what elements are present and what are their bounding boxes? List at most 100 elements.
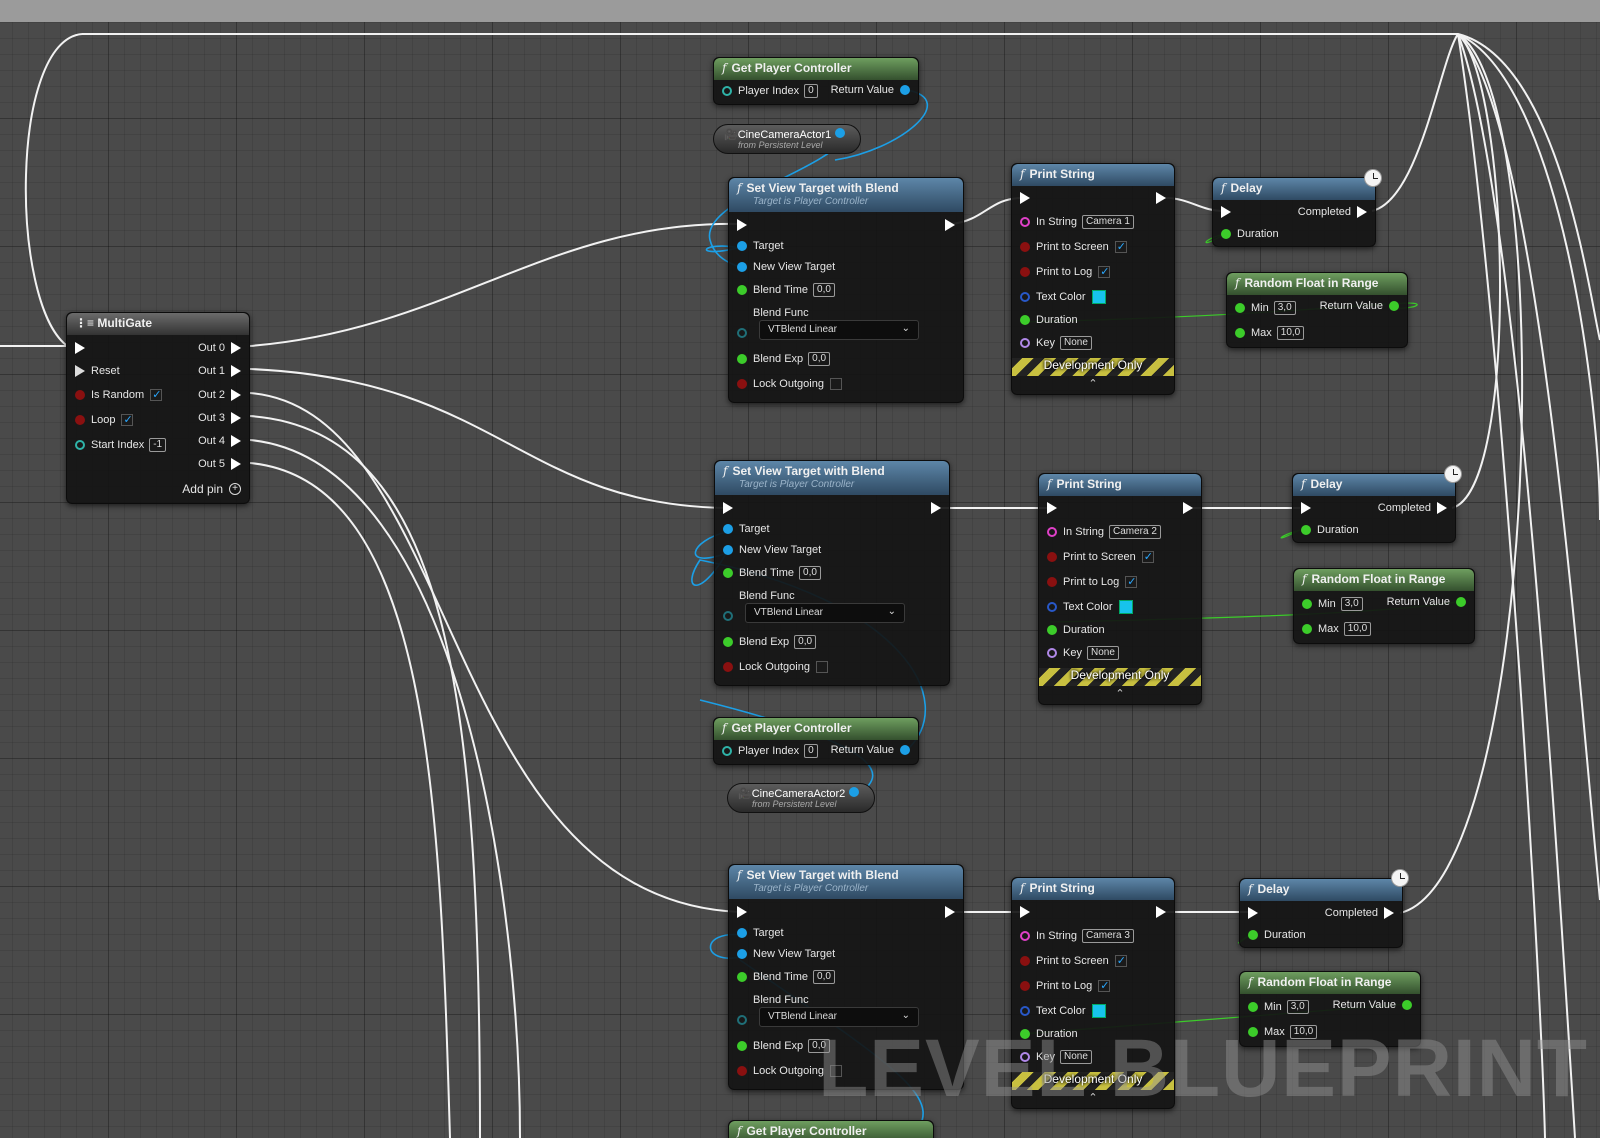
exec-in-pin[interactable] [1020, 903, 1030, 921]
print-to-log-pin[interactable]: Print to Log [1020, 977, 1111, 995]
get-player-controller-node[interactable]: f Get Player Controller [728, 1120, 934, 1138]
text-color-pin[interactable]: Text Color [1020, 288, 1106, 306]
in-string-field[interactable]: Camera 1 [1081, 215, 1134, 229]
exec-in-pin[interactable] [1301, 499, 1311, 517]
exec-out-pin[interactable] [1150, 189, 1166, 207]
max-pin[interactable]: Max 10,0 [1302, 620, 1372, 638]
player-index-field[interactable]: 0 [804, 744, 818, 758]
exec-in-pin[interactable] [737, 903, 747, 921]
blend-time-field[interactable]: 0,0 [799, 566, 821, 580]
print-to-screen-checkbox[interactable] [1141, 550, 1154, 563]
exec-out-pin[interactable] [925, 499, 941, 517]
out-2-pin[interactable]: Out 2 [198, 386, 241, 404]
blend-func-pin[interactable] [737, 1011, 753, 1029]
exec-in-pin[interactable] [1020, 189, 1030, 207]
lock-outgoing-checkbox[interactable] [815, 661, 828, 673]
is-random-checkbox[interactable] [150, 388, 163, 401]
duration-pin[interactable]: Duration [1248, 926, 1306, 944]
out-0-pin[interactable]: Out 0 [198, 339, 241, 357]
collapse-arrow-icon[interactable]: ⌃ [1039, 687, 1201, 700]
print-string-node[interactable]: f Print String In String Camera 1 Print to… [1011, 163, 1175, 395]
random-float-node[interactable]: f Random Float in Range Min 3,0 Max 10,0 Re… [1226, 272, 1408, 348]
blend-exp-pin[interactable]: Blend Exp 0,0 [737, 350, 831, 368]
blend-time-field[interactable]: 0,0 [813, 970, 835, 984]
exec-in-pin[interactable] [1047, 499, 1057, 517]
start-index-pin[interactable]: Start Index -1 [75, 436, 167, 454]
print-to-screen-checkbox[interactable] [1114, 240, 1127, 253]
object-pin-icon[interactable] [849, 787, 860, 797]
blend-exp-pin[interactable]: Blend Exp 0,0 [723, 633, 817, 651]
in-string-field[interactable]: Camera 2 [1108, 525, 1161, 539]
add-pin-button[interactable]: Add pin + [182, 480, 241, 498]
print-to-screen-pin[interactable]: Print to Screen [1047, 548, 1154, 566]
return-value-pin[interactable]: Return Value [1387, 593, 1466, 611]
min-field[interactable]: 3,0 [1340, 597, 1363, 611]
return-value-pin[interactable]: Return Value [1333, 996, 1412, 1014]
exec-out-pin[interactable] [1177, 499, 1193, 517]
delay-node[interactable]: f Delay Completed Duration [1292, 473, 1456, 543]
out-3-pin[interactable]: Out 3 [198, 409, 241, 427]
min-field[interactable]: 3,0 [1286, 1000, 1309, 1014]
exec-out-pin[interactable] [939, 216, 955, 234]
loop-checkbox[interactable] [121, 413, 134, 426]
min-pin[interactable]: Min 3,0 [1302, 595, 1363, 613]
print-to-screen-pin[interactable]: Print to Screen [1020, 238, 1127, 256]
print-to-log-pin[interactable]: Print to Log [1020, 263, 1111, 281]
new-view-target-pin[interactable]: New View Target [737, 945, 835, 963]
out-4-pin[interactable]: Out 4 [198, 432, 241, 450]
random-float-node[interactable]: f Random Float in Range Min 3,0 Max 10,0 Re… [1293, 568, 1475, 644]
new-view-target-pin[interactable]: New View Target [723, 541, 821, 559]
key-field[interactable]: None [1086, 646, 1119, 660]
delay-node[interactable]: f Delay Completed Duration [1212, 177, 1376, 247]
return-value-pin[interactable]: Return Value [831, 741, 910, 759]
duration-pin[interactable]: Duration [1301, 521, 1359, 539]
player-index-field[interactable]: 0 [804, 84, 818, 98]
in-string-pin[interactable]: In String Camera 1 [1020, 213, 1134, 231]
print-to-log-pin[interactable]: Print to Log [1047, 573, 1138, 591]
max-field[interactable]: 10,0 [1276, 326, 1305, 340]
text-color-swatch[interactable] [1091, 290, 1106, 304]
out-5-pin[interactable]: Out 5 [198, 455, 241, 473]
exec-in-pin[interactable] [1221, 203, 1231, 221]
completed-pin[interactable]: Completed [1325, 904, 1394, 922]
blend-time-pin[interactable]: Blend Time 0,0 [723, 564, 821, 582]
player-index-pin[interactable]: Player Index 0 [722, 742, 818, 760]
in-string-field[interactable]: Camera 3 [1081, 929, 1134, 943]
blend-time-field[interactable]: 0,0 [813, 283, 835, 297]
start-index-field[interactable]: -1 [149, 438, 167, 452]
delay-node[interactable]: f Delay Completed Duration [1239, 878, 1403, 948]
lock-outgoing-pin[interactable]: Lock Outgoing [737, 375, 842, 393]
blend-func-pin[interactable] [723, 607, 739, 625]
player-index-pin[interactable]: Player Index 0 [722, 82, 818, 100]
set-view-target-node[interactable]: f Set View Target with Blend Target is Pla… [728, 177, 964, 403]
text-color-pin[interactable]: Text Color [1020, 1002, 1106, 1020]
is-random-pin[interactable]: Is Random [75, 386, 163, 404]
exec-out-pin[interactable] [1150, 903, 1166, 921]
print-string-node[interactable]: f Print String In String Camera 2 Print to… [1038, 473, 1202, 705]
min-field[interactable]: 3,0 [1273, 301, 1296, 315]
blend-func-dropdown[interactable]: VTBlend Linear ⌄ [745, 603, 905, 623]
max-field[interactable]: 10,0 [1343, 622, 1372, 636]
exec-in-pin[interactable] [737, 216, 747, 234]
text-color-swatch[interactable] [1091, 1004, 1106, 1018]
lock-outgoing-pin[interactable]: Lock Outgoing [723, 658, 828, 676]
in-string-pin[interactable]: In String Camera 3 [1020, 927, 1134, 945]
return-value-pin[interactable]: Return Value [1320, 297, 1399, 315]
loop-pin[interactable]: Loop [75, 411, 134, 429]
target-pin[interactable]: Target [737, 237, 784, 255]
camera-actor-reference[interactable]: 🎥CineCameraActor1 from Persistent Level [713, 124, 861, 154]
collapse-arrow-icon[interactable]: ⌃ [1012, 377, 1174, 390]
min-pin[interactable]: Min 3,0 [1248, 998, 1309, 1016]
target-pin[interactable]: Target [737, 924, 784, 942]
blend-func-pin[interactable] [737, 324, 753, 342]
target-pin[interactable]: Target [723, 520, 770, 538]
object-pin-icon[interactable] [835, 128, 846, 138]
min-pin[interactable]: Min 3,0 [1235, 299, 1296, 317]
exec-in-pin[interactable] [75, 339, 85, 357]
duration-pin[interactable]: Duration [1020, 311, 1078, 329]
key-pin[interactable]: Key None [1020, 334, 1092, 352]
return-value-pin[interactable]: Return Value [831, 81, 910, 99]
set-view-target-node[interactable]: f Set View Target with Blend Target is Pla… [714, 460, 950, 686]
get-player-controller-node[interactable]: f Get Player Controller Player Index 0 Ret… [713, 57, 919, 105]
print-to-log-checkbox[interactable] [1098, 265, 1111, 278]
